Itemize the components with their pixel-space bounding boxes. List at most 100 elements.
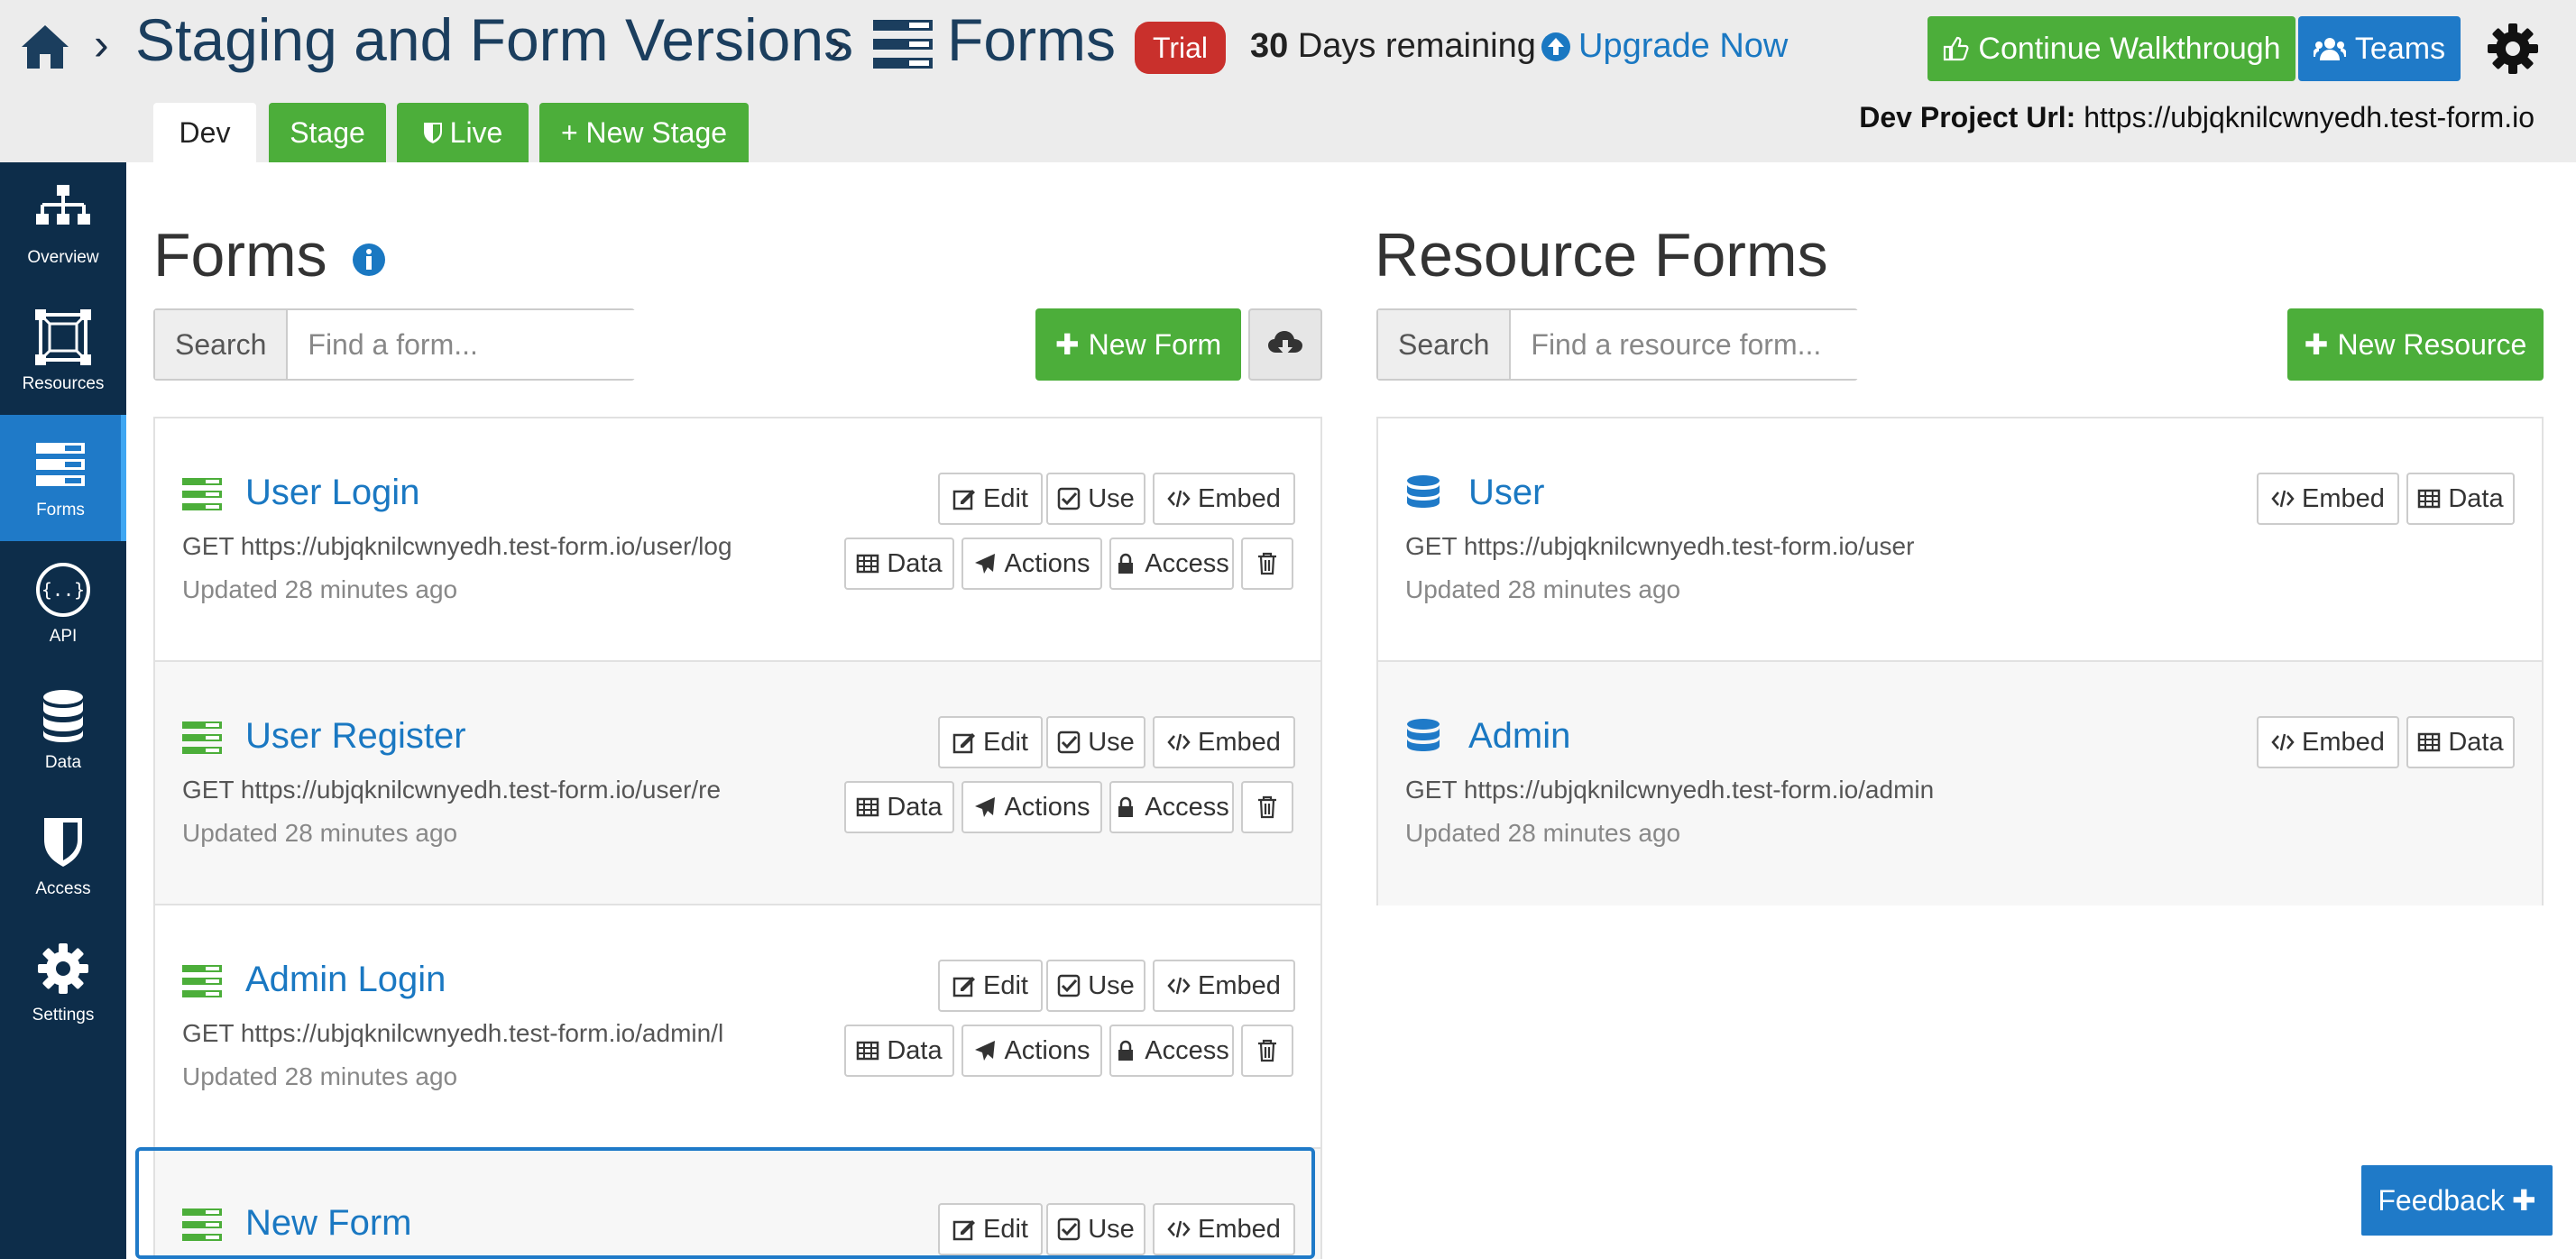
edit-icon	[952, 733, 975, 754]
check-square-icon	[1057, 731, 1081, 754]
walkthrough-label: Continue Walkthrough	[1978, 31, 2281, 66]
embed-label: Embed	[2302, 727, 2385, 757]
data-button[interactable]: Data	[844, 538, 954, 590]
embed-button[interactable]: Embed	[1153, 716, 1295, 768]
feedback-button[interactable]: Feedback ✚	[2361, 1165, 2553, 1236]
use-button[interactable]: Use	[1046, 960, 1145, 1012]
sidebar-item-access[interactable]: Access	[0, 794, 126, 920]
gear-icon[interactable]	[2486, 22, 2540, 76]
new-form-button[interactable]: ✚ New Form	[1035, 308, 1241, 381]
form-title-link[interactable]: Admin Login	[245, 960, 446, 1000]
data-button[interactable]: Data	[844, 781, 954, 833]
resource-url: GET https://ubjqknilcwnyedh.test-form.io…	[1405, 532, 1915, 560]
tab-stage[interactable]: Stage	[269, 103, 386, 162]
actions-label: Actions	[1004, 792, 1090, 822]
dev-url-value: https://ubjqknilcwnyedh.test-form.io	[2084, 101, 2535, 133]
feedback-label: Feedback	[2378, 1183, 2505, 1217]
breadcrumb-forms: Forms	[947, 6, 1116, 73]
breadcrumb-separator: ›	[830, 19, 845, 69]
trash-icon	[1258, 1039, 1276, 1062]
days-remaining: 30 Days remaining	[1250, 27, 1536, 66]
form-icon	[182, 721, 222, 754]
tab-dev[interactable]: Dev	[153, 103, 256, 162]
form-icon	[182, 965, 222, 997]
list-item: User Register GET https://ubjqknilcwnyed…	[155, 662, 1320, 905]
use-button[interactable]: Use	[1046, 473, 1145, 525]
data-label: Data	[2448, 727, 2504, 757]
resource-title-link[interactable]: Admin	[1468, 716, 1570, 757]
edit-button[interactable]: Edit	[938, 716, 1043, 768]
selected-row-highlight	[135, 1147, 1315, 1259]
sidebar-item-forms[interactable]: Forms	[0, 415, 126, 541]
delete-button[interactable]	[1241, 1025, 1293, 1077]
resource-url: GET https://ubjqknilcwnyedh.test-form.io…	[1405, 776, 1935, 804]
edit-button[interactable]: Edit	[938, 473, 1043, 525]
access-button[interactable]: Access	[1109, 1025, 1234, 1077]
form-icon	[182, 478, 222, 510]
sidebar-item-api[interactable]: {..} API	[0, 541, 126, 667]
embed-button[interactable]: Embed	[1153, 473, 1295, 525]
delete-button[interactable]	[1241, 538, 1293, 590]
form-title-link[interactable]: User Register	[245, 716, 466, 757]
sitemap-icon	[36, 185, 90, 225]
sidebar-item-settings[interactable]: Settings	[0, 920, 126, 1046]
actions-button[interactable]: Actions	[961, 781, 1102, 833]
users-icon	[2313, 38, 2346, 60]
new-resource-button[interactable]: ✚ New Resource	[2287, 308, 2544, 381]
teams-button[interactable]: Teams	[2298, 16, 2461, 81]
code-icon	[2271, 733, 2295, 751]
sidebar-item-overview[interactable]: Overview	[0, 162, 126, 289]
data-label: Data	[2448, 483, 2504, 513]
sidebar-item-resources[interactable]: Resources	[0, 289, 126, 415]
breadcrumb-project[interactable]: Staging and Form Versions	[135, 5, 853, 74]
embed-button[interactable]: Embed	[1153, 960, 1295, 1012]
data-button[interactable]: Data	[2406, 473, 2515, 525]
embed-label: Embed	[1198, 483, 1281, 513]
form-url: GET https://ubjqknilcwnyedh.test-form.io…	[182, 532, 732, 560]
actions-button[interactable]: Actions	[961, 538, 1102, 590]
trash-icon	[1258, 795, 1276, 819]
table-icon	[857, 554, 879, 574]
data-button[interactable]: Data	[2406, 716, 2515, 768]
continue-walkthrough-button[interactable]: Continue Walkthrough	[1927, 16, 2295, 81]
edit-button[interactable]: Edit	[938, 960, 1043, 1012]
form-updated: Updated 28 minutes ago	[182, 1062, 458, 1090]
info-icon[interactable]	[352, 243, 386, 277]
trial-badge: Trial	[1135, 22, 1227, 74]
use-label: Use	[1088, 483, 1135, 513]
edit-icon	[952, 977, 975, 997]
sidebar-item-data[interactable]: Data	[0, 667, 126, 794]
import-form-button[interactable]	[1248, 308, 1322, 381]
embed-button[interactable]: Embed	[2257, 473, 2399, 525]
forms-title-text: Forms	[153, 221, 327, 289]
tab-live[interactable]: Live	[397, 103, 529, 162]
table-icon	[2418, 489, 2441, 509]
sidebar-label: Data	[44, 753, 82, 772]
form-title-link[interactable]: User Login	[245, 473, 419, 513]
table-icon	[857, 797, 879, 817]
home-icon[interactable]	[18, 20, 72, 74]
use-button[interactable]: Use	[1046, 716, 1145, 768]
lock-icon	[1118, 553, 1134, 574]
actions-button[interactable]: Actions	[961, 1025, 1102, 1077]
trash-icon	[1258, 552, 1276, 575]
paper-plane-icon	[975, 554, 996, 574]
upgrade-link[interactable]: Upgrade Now	[1541, 27, 1788, 66]
dev-url-label: Dev Project Url:	[1859, 101, 2076, 133]
new-stage-button[interactable]: + New Stage	[539, 103, 749, 162]
form-url: GET https://ubjqknilcwnyedh.test-form.io…	[182, 776, 722, 804]
list-item: User GET https://ubjqknilcwnyedh.test-fo…	[1378, 418, 2542, 662]
data-button[interactable]: Data	[844, 1025, 954, 1077]
table-icon	[857, 1041, 879, 1061]
code-icon	[1167, 733, 1191, 751]
forms-list: User Login GET https://ubjqknilcwnyedh.t…	[153, 417, 1322, 1259]
paper-plane-icon	[975, 1041, 996, 1061]
embed-button[interactable]: Embed	[2257, 716, 2399, 768]
resource-search-input[interactable]	[1511, 310, 1860, 379]
access-button[interactable]: Access	[1109, 781, 1234, 833]
form-search-input[interactable]	[288, 310, 637, 379]
delete-button[interactable]	[1241, 781, 1293, 833]
resource-title-link[interactable]: User	[1468, 473, 1544, 513]
access-button[interactable]: Access	[1109, 538, 1234, 590]
form-updated: Updated 28 minutes ago	[182, 575, 458, 603]
